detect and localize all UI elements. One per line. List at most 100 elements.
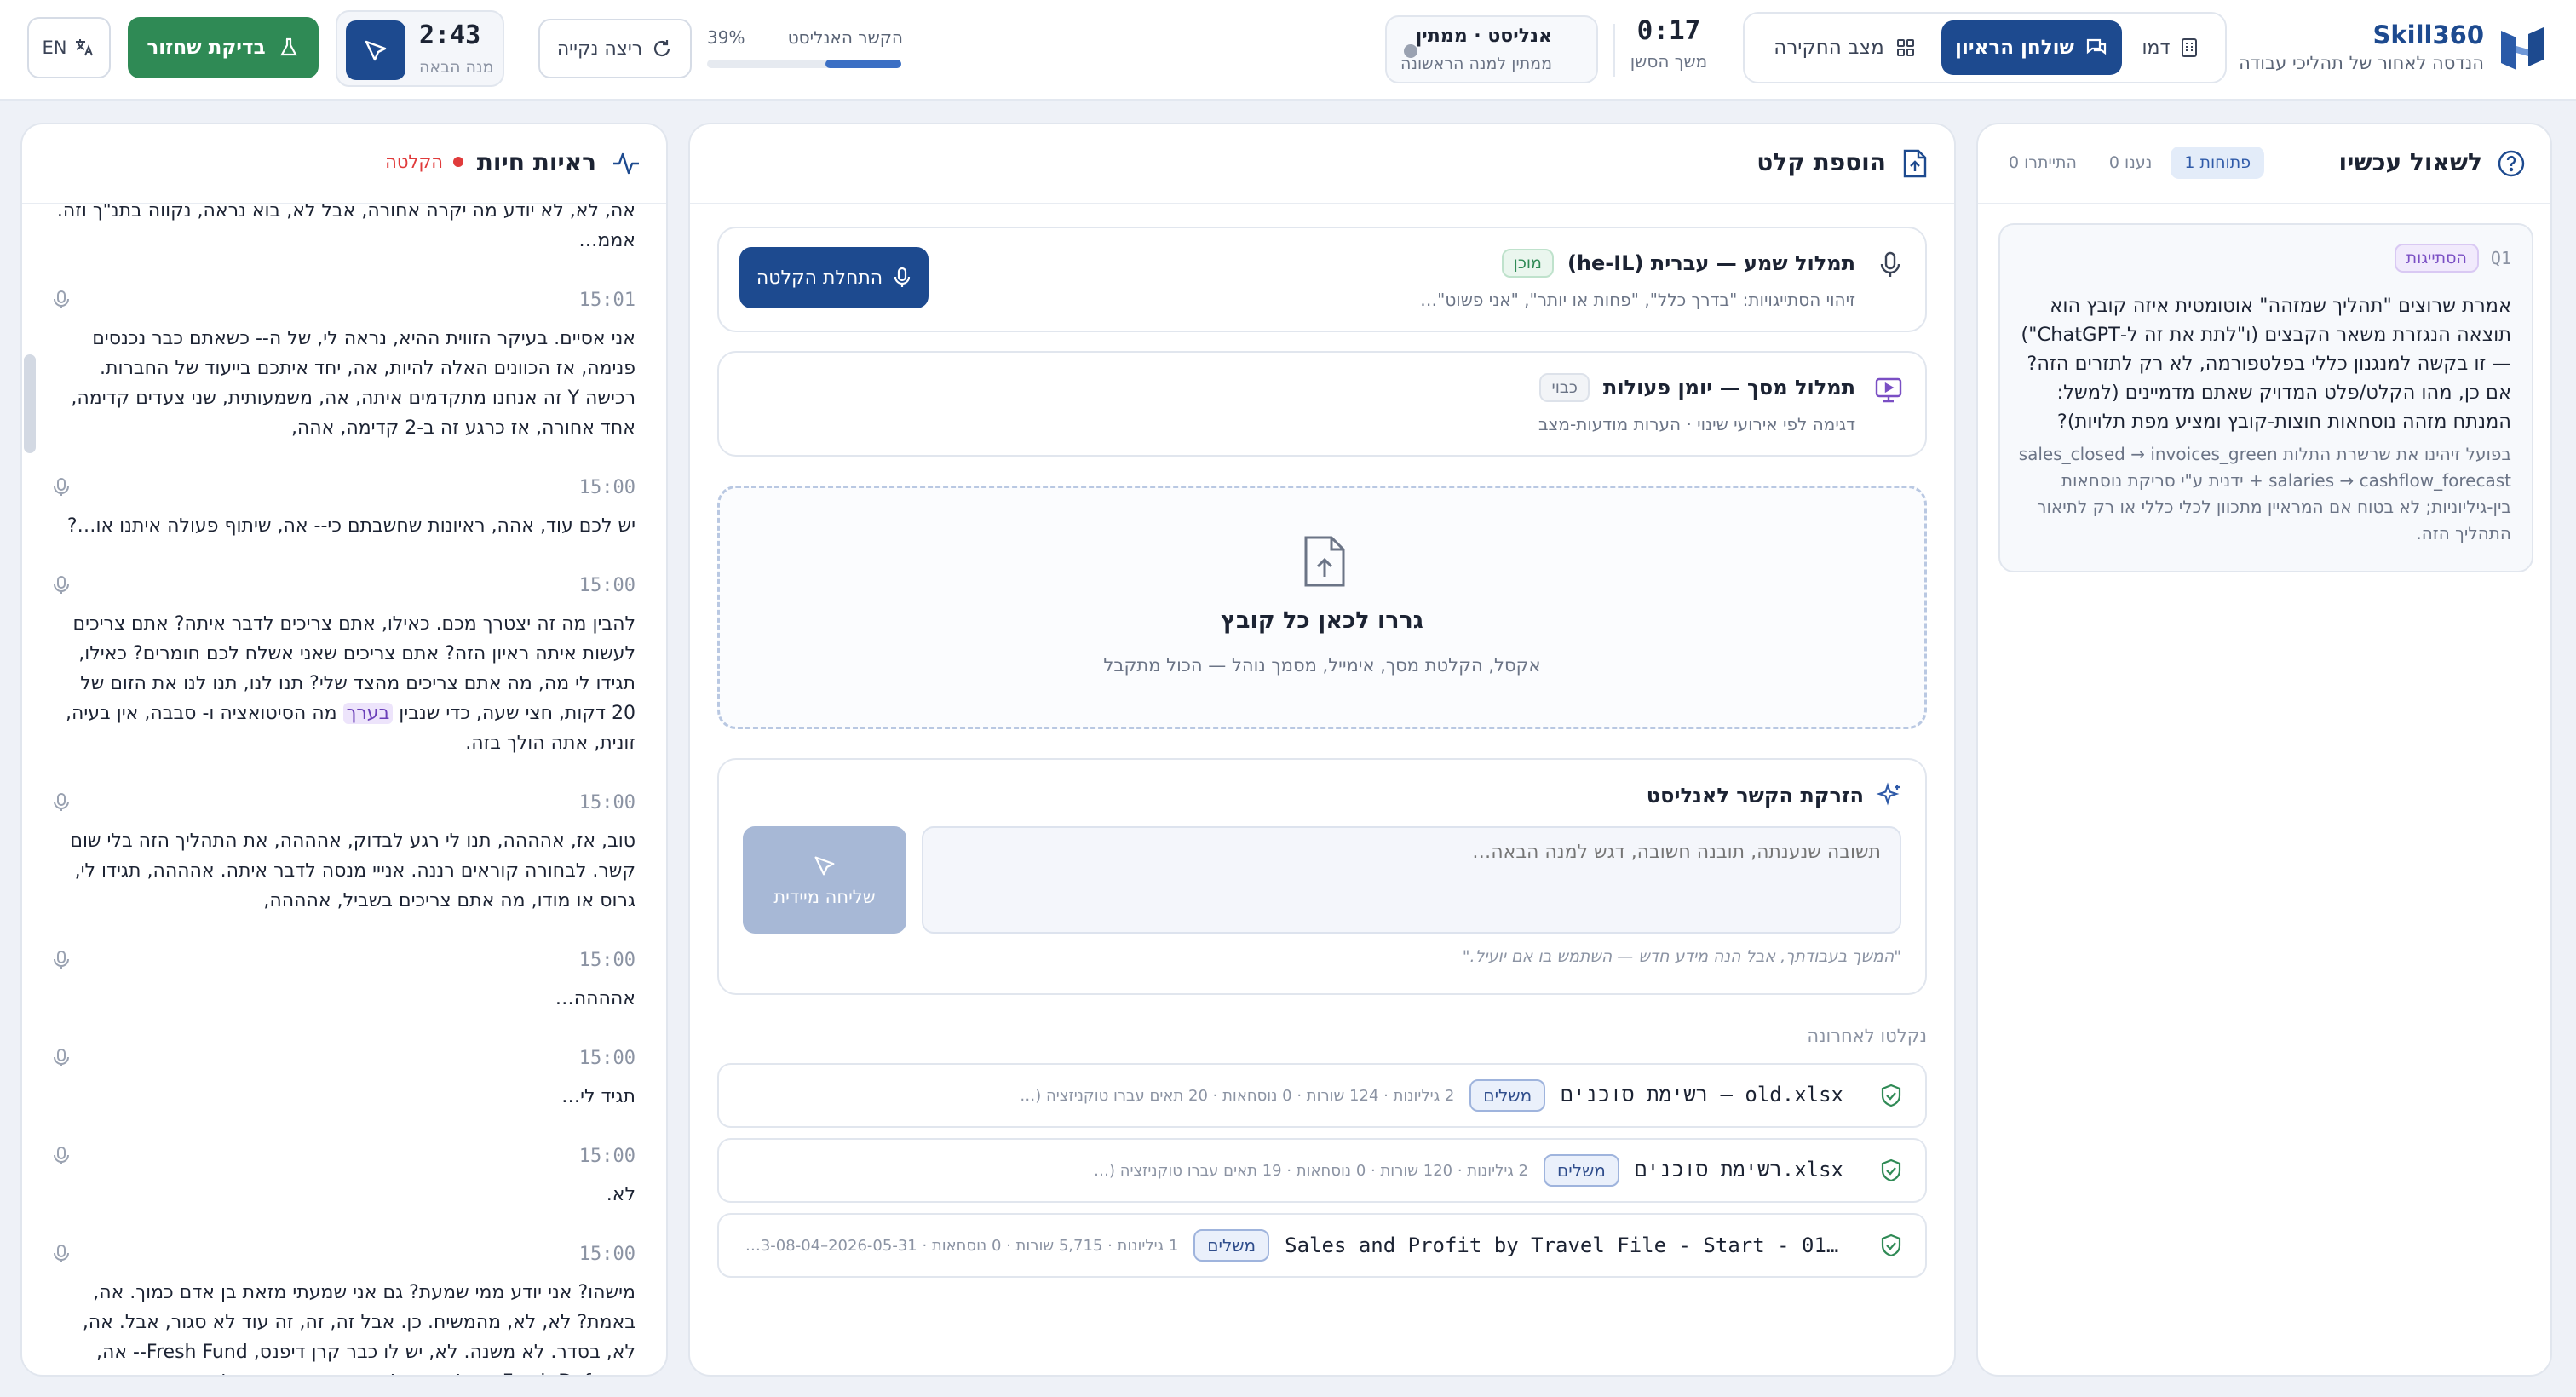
dropzone-title: גררו לכאן כל קובץ [1221,607,1423,634]
brand-tagline: הנדסה לאחור של תהליכי עבודה [2239,53,2484,73]
transcript-text-segment: מישהו? אני יודע ממי שמעת? גם אני שמעתי מ… [82,1282,635,1375]
mic-icon [1877,250,1903,279]
inject-title: הזרקת הקשר לאנליסט [1646,784,1864,808]
transcript-text: לא. [53,1180,635,1210]
send-icon [812,853,837,878]
mic-icon [53,290,70,310]
translate-icon [73,37,95,59]
input-title: הוספת קלט [1757,148,1886,176]
mic-icon [53,950,70,970]
transcript-time: 15:00 [578,1145,635,1167]
hedge-highlight[interactable]: בערך [342,703,394,724]
context-meter-percent: 39% [707,27,745,48]
start-recording-button[interactable]: התחלת הקלטה [739,247,929,308]
divider [1613,24,1615,77]
question-note: בפועל זיהינו את שרשרת התלות sales_closed… [2018,444,2511,543]
transcript-message-meta: 15:01 [53,286,635,313]
transcript-text: טוב, אז, אהההה, תנו לי רגע לבדוק, אהההה,… [53,826,635,916]
transcript-text-segment: לא. [606,1184,635,1205]
mode-research-state-button[interactable]: מצב החקירה [1751,20,1939,75]
transcript-list: אה, לא, לא יודע מה יקרה אחורה, אבל לא, ב… [53,204,635,1375]
question-tag: הסתייגות [2394,244,2479,273]
screen-title-row: תמלול מסך — יומן פעולות כבוי [1539,373,1855,402]
mode-demo-button[interactable]: דמו [2125,20,2218,75]
file-upload-large-icon [1301,534,1348,589]
file-dropzone[interactable]: גררו לכאן כל קובץ אקסל, הקלטת מסך, אימיי… [717,486,1927,729]
sparkle-icon [1876,782,1903,809]
transcript-message: 15:00 טוב, אז, אהההה, תנו לי רגע לבדוק, א… [53,789,635,916]
transcript-messages: 15:01 אני אסיים. בעיקר הזווית ההיא, נראה … [53,286,635,1375]
transcript-time: 15:01 [578,289,635,311]
file-row[interactable]: רשימת סוכנים – old.xlsx משלים 2 גיליונות… [717,1063,1927,1128]
analyst-status: אנליסט · ממתין ממתין למנה הראשונה [1385,15,1598,83]
file-name: רשימת סוכנים.xlsx [1634,1158,1843,1181]
flask-icon [278,37,300,59]
mic-small-icon [893,267,911,289]
transcript-message-meta: 15:00 [53,946,635,974]
screen-title: תמלול מסך — יומן פעולות [1602,376,1855,400]
test-reconstruction-label: בדיקת שחזור [147,37,266,59]
live-evidence-panel: ראיות חיות הקלטה אה, לא, לא יודע מה יקרה… [20,123,668,1377]
activity-icon [612,150,641,177]
inject-textarea[interactable] [922,826,1901,934]
test-reconstruction-button[interactable]: בדיקת שחזור [128,17,319,78]
audio-title-row: תמלול שמע — עברית (he-IL) מוכן [1501,249,1855,278]
transcript-text: אני אסיים. בעיקר הזווית ההיא, נראה לי, ש… [53,324,635,443]
file-meta: 2 גיליונות · 120 שורות · 0 נוסחאות · 19 … [1085,1161,1528,1180]
language-button[interactable]: EN [27,17,111,78]
transcript-time: 15:00 [578,574,635,596]
transcript-time: 15:00 [578,476,635,498]
context-meter-track [707,60,901,68]
transcript-text: יש לכם עוד, אהה, ראיונות שחשבתם כי-- אה,… [53,511,635,541]
tab-open[interactable]: פתוחות 1 [2171,147,2265,179]
recent-files-title: נקלטו לאחרונה [1807,1026,1927,1046]
context-meter-fill [825,60,901,68]
questions-header: לשאול עכשיו התייתרו 0 נענו 0 פתוחות 1 [1978,124,2550,204]
clean-run-button[interactable]: ריצה נקייה [538,19,692,78]
screen-transcription-card: תמלול מסך — יומן פעולות כבוי דגימה לפי א… [717,351,1927,457]
session-timer: 0:17 משך הסשן [1613,15,1724,83]
session-timer-label: משך הסשן [1630,51,1708,72]
analyst-status-label: אנליסט · ממתין [1415,26,1552,47]
transcript-message: 15:00 תגיד לי… [53,1044,635,1112]
file-row[interactable]: Sales and Profit by Travel File - Start … [717,1213,1927,1278]
tab-answered[interactable]: נענו 0 [2096,147,2165,179]
file-badge: משלים [1193,1229,1270,1262]
transcript-scrollbar[interactable] [24,354,36,453]
context-meter-label: הקשר האנליסט [787,27,903,48]
send-now-button[interactable]: שליחה מיידית [743,826,906,934]
session-timer-value: 0:17 [1636,15,1701,46]
input-header: הוספת קלט [690,124,1954,204]
transcript-top-text: אה, לא, לא יודע מה יקרה אחורה, אבל לא, ב… [56,204,635,251]
transcript-text-segment: אני אסיים. בעיקר הזווית ההיא, נראה לי, ש… [71,328,635,439]
transcript-message: 15:00 יש לכם עוד, אהה, ראיונות שחשבתם כי-… [53,474,635,541]
transcript-text: להבין מה זה יצטרך מכם. כאילו, אתם צריכים… [53,609,635,758]
mode-analyst-table-label: שולחן הראיון [1955,37,2074,59]
brand: Skill360 הנדסה לאחור של תהליכי עבודה [2223,20,2547,78]
transcript-message: 15:00 מישהו? אני יודע ממי שמעת? גם אני שמ… [53,1240,635,1375]
shield-check-icon [1879,1083,1903,1108]
transcript-message: 15:00 להבין מה זה יצטרך מכם. כאילו, אתם צ… [53,572,635,758]
chat-icon [2084,36,2108,60]
inject-hint: "המשך בעבודתך, אבל הנה מידע חדש — השתמש … [1462,947,1901,966]
mode-analyst-table-button[interactable]: שולחן הראיון [1941,20,2122,75]
transcript-time: 15:00 [578,791,635,813]
file-name: Sales and Profit by Travel File - Start … [1285,1233,1843,1257]
transcript-message-meta: 15:00 [53,1240,635,1268]
transcript-message: 15:00 אהההה… [53,946,635,1014]
screen-subtitle: דגימה לפי אירועי שינוי · הערות מודעות-מצ… [1538,414,1855,434]
send-batch-button[interactable] [346,20,405,80]
language-label: EN [42,37,67,58]
transcript-time: 15:00 [578,949,635,971]
transcript-text-segment: אהההה… [555,988,635,1009]
file-row[interactable]: רשימת סוכנים.xlsx משלים 2 גיליונות · 120… [717,1138,1927,1203]
top-bar: Skill360 הנדסה לאחור של תהליכי עבודה דמו… [0,0,2576,101]
transcript-text-segment: תגיד לי… [561,1086,635,1107]
recording-label: הקלטה [385,152,443,172]
dropzone-subtitle: אקסל, הקלטת מסך, אימייל, מסמך נוהל — הכו… [1103,655,1541,676]
question-card[interactable]: Q1 הסתייגות אמרת שרוצים "תהליך שמזהה" או… [1998,223,2533,572]
tab-dismissed[interactable]: התייתרו 0 [1995,147,2090,179]
screen-status-badge[interactable]: כבוי [1539,373,1590,402]
question-id: Q1 [2490,248,2511,268]
recording-dot [453,157,463,167]
